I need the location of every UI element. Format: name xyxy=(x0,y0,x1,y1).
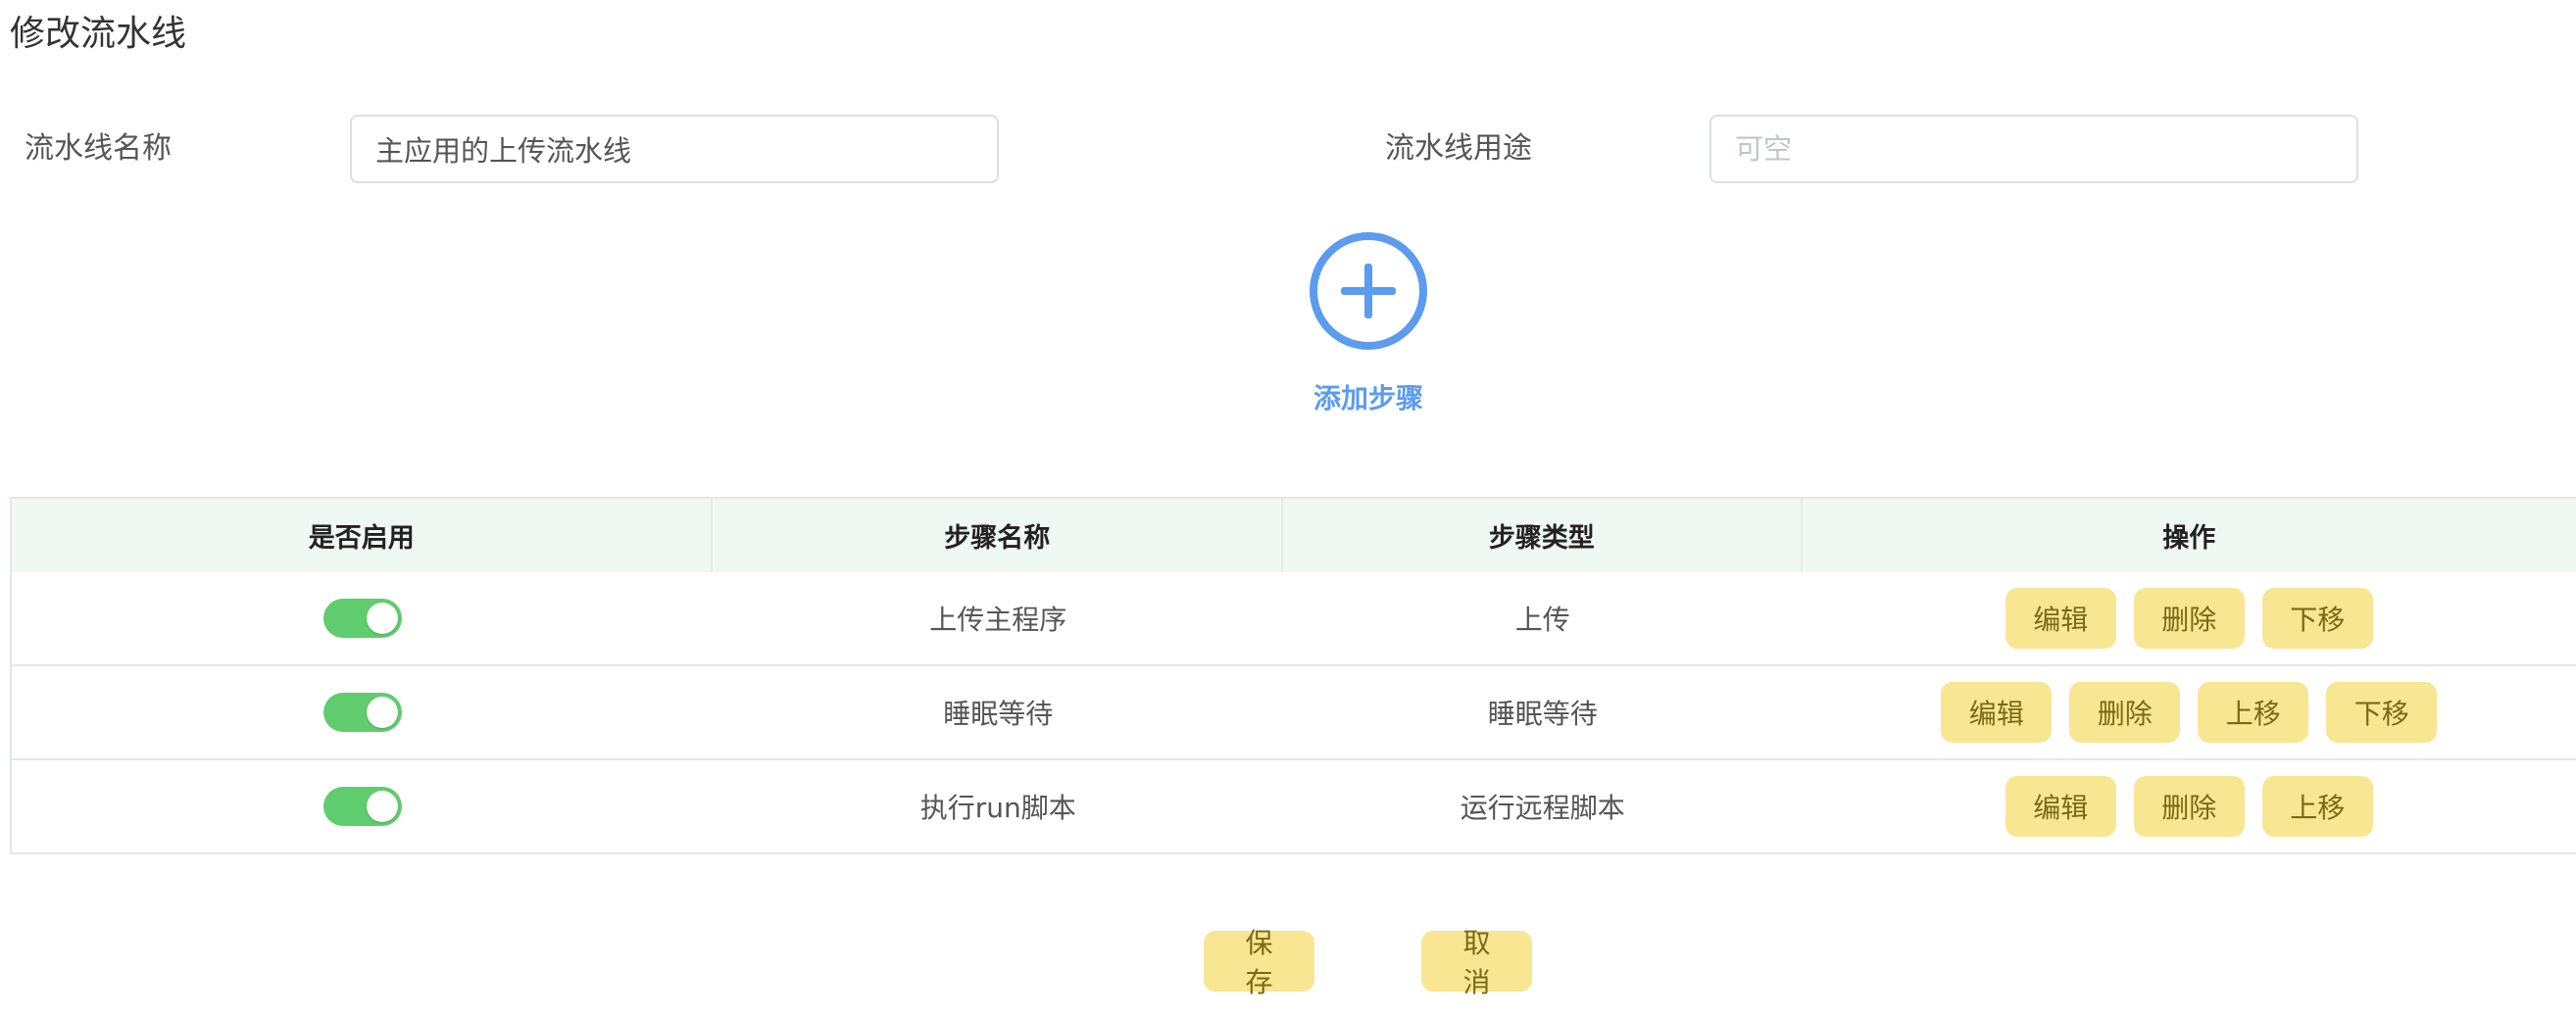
move-down-button[interactable]: 下移 xyxy=(2261,588,2373,649)
header-step-type: 步骤类型 xyxy=(1283,499,1803,572)
enabled-toggle[interactable] xyxy=(322,787,402,826)
move-down-button[interactable]: 下移 xyxy=(2326,682,2438,743)
cancel-button[interactable]: 取消 xyxy=(1421,927,1532,998)
move-up-button[interactable]: 上移 xyxy=(2198,682,2309,743)
save-button[interactable]: 保存 xyxy=(1204,927,1314,998)
edit-button[interactable]: 编辑 xyxy=(2005,588,2116,649)
header-enabled: 是否启用 xyxy=(12,499,714,572)
plus-circle-icon[interactable] xyxy=(1310,232,1427,350)
steps-table: 是否启用 步骤名称 步骤类型 操作 上传主程序 上传 编辑 删除 下移 睡眠等待… xyxy=(10,497,2576,854)
pipeline-name-input[interactable] xyxy=(350,115,999,183)
move-up-button[interactable]: 上移 xyxy=(2261,776,2373,837)
pipeline-name-label: 流水线名称 xyxy=(25,131,172,166)
header-actions: 操作 xyxy=(2162,523,2216,554)
pipeline-purpose-label: 流水线用途 xyxy=(1385,131,1532,166)
enabled-toggle[interactable] xyxy=(322,693,402,732)
page-title: 修改流水线 xyxy=(10,14,187,54)
step-name: 上传主程序 xyxy=(929,604,1067,636)
header-step-name: 步骤名称 xyxy=(713,499,1284,572)
delete-button[interactable]: 删除 xyxy=(2069,682,2181,743)
step-type: 上传 xyxy=(1514,604,1570,636)
table-row: 上传主程序 上传 编辑 删除 下移 xyxy=(12,572,2576,666)
table-row: 睡眠等待 睡眠等待 编辑 删除 上移 下移 xyxy=(12,666,2576,760)
edit-button[interactable]: 编辑 xyxy=(2005,776,2116,837)
enabled-toggle[interactable] xyxy=(322,599,402,638)
table-row: 执行run脚本 运行远程脚本 编辑 删除 上移 xyxy=(12,760,2576,854)
step-name: 执行run脚本 xyxy=(919,792,1076,824)
table-header: 是否启用 步骤名称 步骤类型 操作 xyxy=(12,497,2576,572)
step-type: 睡眠等待 xyxy=(1487,698,1598,730)
add-step-button[interactable]: 添加步骤 xyxy=(1270,377,1466,416)
edit-button[interactable]: 编辑 xyxy=(1941,682,2053,743)
delete-button[interactable]: 删除 xyxy=(2133,588,2245,649)
delete-button[interactable]: 删除 xyxy=(2133,776,2245,837)
step-name: 睡眠等待 xyxy=(943,698,1054,730)
pipeline-purpose-input[interactable] xyxy=(1709,115,2358,183)
step-type: 运行远程脚本 xyxy=(1460,792,1625,824)
